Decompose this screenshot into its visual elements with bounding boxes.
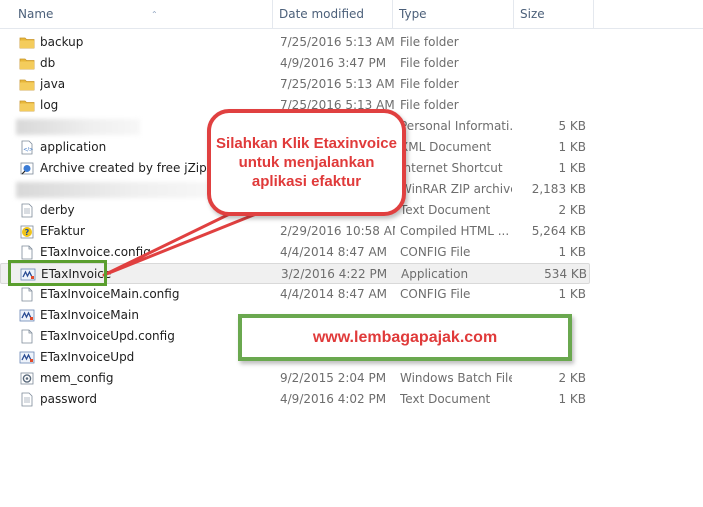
etaxinvoice-highlight-box (8, 260, 107, 286)
banner-text: www.lembagapajak.com (312, 328, 498, 346)
instruction-callout: Silahkan Klik Etaxinvoice untuk menjalan… (207, 109, 406, 216)
callout-text: Silahkan Klik Etaxinvoice untuk menjalan… (216, 135, 397, 190)
website-banner: www.lembagapajak.com (238, 314, 572, 361)
callout-pointer (102, 204, 278, 277)
